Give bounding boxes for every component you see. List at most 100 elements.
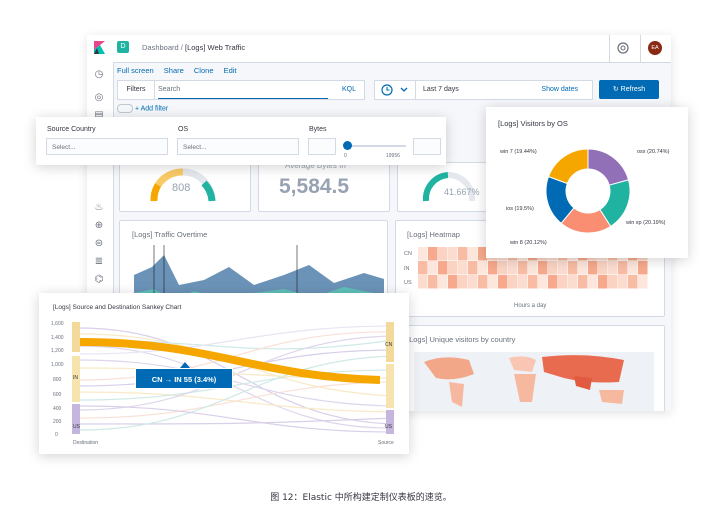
filter-toggle[interactable] — [117, 104, 133, 113]
heatmap-cell — [628, 275, 638, 289]
heatmap-row-label: US — [404, 280, 412, 286]
clock-icon — [381, 84, 393, 96]
discover-icon[interactable]: ◎ — [93, 92, 105, 104]
ml-icon[interactable]: ⌬ — [93, 274, 105, 286]
heatmap-cell — [428, 261, 438, 275]
full-screen-link[interactable]: Full screen — [117, 66, 154, 75]
sankey-left-node: US — [73, 424, 80, 430]
heatmap-cell — [438, 275, 448, 289]
top-bar: D Dashboard / [Logs] Web Traffic EA — [87, 35, 671, 63]
logs-icon[interactable]: ≣ — [93, 256, 105, 268]
chevron-down-icon — [400, 87, 408, 92]
add-filter-link[interactable]: + Add filter — [135, 105, 168, 112]
y-tick: 400 — [53, 406, 62, 412]
breadcrumb-current: [Logs] Web Traffic — [184, 43, 246, 52]
refresh-button[interactable]: ↻ Refresh — [599, 80, 659, 99]
heatmap-cell — [638, 275, 648, 289]
y-tick: 600 — [53, 392, 62, 398]
heatmap-cell — [578, 275, 588, 289]
heatmap-cell — [488, 275, 498, 289]
space-avatar[interactable]: D — [117, 41, 129, 53]
heatmap-cell — [418, 247, 428, 261]
heatmap-cell — [508, 275, 518, 289]
slice-label-win7: win 7 (19.44%) — [500, 149, 537, 155]
bytes-max-input[interactable] — [413, 138, 441, 155]
heatmap-cell — [448, 247, 458, 261]
bytes-min-input[interactable] — [308, 138, 336, 155]
quick-menu-button[interactable] — [375, 81, 416, 99]
os-select[interactable]: Select... — [177, 138, 299, 155]
kibana-logo-icon[interactable] — [94, 41, 105, 54]
clone-link[interactable]: Clone — [194, 66, 214, 75]
user-avatar[interactable]: EA — [648, 41, 662, 55]
divider — [640, 35, 641, 62]
source-country-label: Source Country — [47, 126, 96, 133]
uptime-icon[interactable]: ⊕ — [93, 220, 105, 232]
avg-bytes-panel: Average Bytes In 5,584.5 — [258, 161, 390, 212]
x-label-source: Source — [378, 440, 394, 446]
sankey-card: [Logs] Source and Destination Sankey Cha… — [39, 293, 409, 454]
heatmap-row-label: IN — [404, 266, 410, 272]
y-tick: 200 — [53, 419, 62, 425]
heatmap-row-label: CN — [404, 251, 412, 257]
heatmap-cell — [458, 247, 468, 261]
y-tick: 0 — [55, 432, 58, 438]
heatmap-cell — [508, 261, 518, 275]
heatmap-cell — [608, 261, 618, 275]
heatmap-cell — [588, 261, 598, 275]
bytes-range-handle[interactable] — [343, 141, 352, 150]
figure-caption: 图 12：Elastic 中所构建定制仪表板的速览。 — [270, 493, 452, 503]
donut-slice-win-7[interactable] — [547, 148, 589, 185]
sankey-chart — [72, 322, 395, 434]
donut-slice-osx[interactable] — [587, 148, 630, 186]
source-country-select[interactable]: Select... — [46, 138, 168, 155]
heatmap-cell — [618, 275, 628, 289]
heatmap-cell — [518, 275, 528, 289]
filters-button[interactable]: Filters — [118, 81, 155, 99]
edit-link[interactable]: Edit — [224, 66, 237, 75]
y-tick: 1,200 — [51, 348, 64, 354]
heatmap-cell — [568, 275, 578, 289]
heatmap-cell — [448, 275, 458, 289]
show-dates-link[interactable]: Show dates — [541, 81, 578, 99]
slice-label-ios: ios (19.5%) — [506, 206, 534, 212]
heatmap-cell — [468, 261, 478, 275]
y-tick: 800 — [53, 377, 62, 383]
heatmap-cell — [558, 261, 568, 275]
search-input[interactable]: Search — [158, 81, 328, 99]
heatmap-cell — [478, 261, 488, 275]
divider — [609, 35, 610, 62]
heatmap-cell — [588, 275, 598, 289]
heatmap-cell — [438, 247, 448, 261]
breadcrumb-dashboard[interactable]: Dashboard — [142, 43, 179, 52]
bytes-min-tick: 0 — [344, 153, 347, 159]
donut-chart — [545, 148, 631, 234]
heatmap-cell — [548, 275, 558, 289]
bytes-label: Bytes — [309, 126, 327, 133]
siem-icon[interactable]: ⊜ — [93, 238, 105, 250]
apm-icon[interactable]: ♨ — [93, 202, 105, 214]
time-picker: Last 7 days Show dates — [374, 80, 593, 100]
breadcrumb: Dashboard / [Logs] Web Traffic — [142, 43, 245, 52]
heatmap-cell — [598, 261, 608, 275]
panel-title: [Logs] Unique visitors by country — [407, 335, 516, 344]
time-range[interactable]: Last 7 days — [423, 81, 459, 99]
heatmap-cell — [468, 247, 478, 261]
sankey-right-node: US — [385, 424, 392, 430]
bytes-range-track — [348, 145, 406, 147]
kql-toggle[interactable]: KQL — [342, 81, 356, 99]
help-icon[interactable] — [617, 42, 629, 54]
heatmap-cell — [598, 275, 608, 289]
heatmap-cell — [438, 261, 448, 275]
bytes-max-tick: 19956 — [386, 153, 400, 159]
heatmap-cell — [578, 261, 588, 275]
heatmap-cell — [468, 275, 478, 289]
share-link[interactable]: Share — [164, 66, 184, 75]
heatmap-cell — [528, 275, 538, 289]
heatmap-cell — [628, 261, 638, 275]
recent-icon[interactable]: ◷ — [93, 69, 105, 81]
x-label-destination: Destination — [73, 440, 99, 446]
heatmap-cell — [498, 261, 508, 275]
add-filter-row: + Add filter — [117, 104, 168, 113]
avg-bytes-value: 5,584.5 — [279, 175, 350, 198]
